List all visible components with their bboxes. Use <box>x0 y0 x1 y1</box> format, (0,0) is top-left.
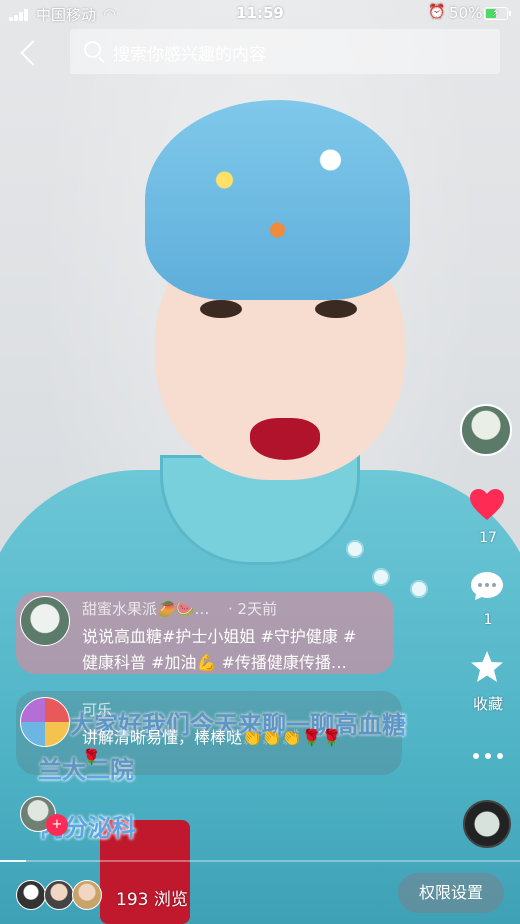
right-eye <box>315 300 357 318</box>
comment-text: 讲解清晰易懂，棒棒哒👏👏👏🌹🌹 <box>82 728 342 747</box>
permission-settings-button[interactable]: 权限设置 <box>398 873 504 913</box>
author-avatar[interactable] <box>460 404 512 456</box>
search-placeholder: 搜索你感兴趣的内容 <box>113 45 266 65</box>
comment-username[interactable]: 甜蜜水果派🥭🍉… <box>82 598 209 619</box>
like-count: 17 <box>479 530 497 546</box>
charging-icon: ⚡ <box>492 6 500 19</box>
battery-icon: ⚡ <box>484 6 511 20</box>
search-icon <box>84 41 101 58</box>
favorite-label: 收藏 <box>472 695 503 713</box>
view-count[interactable]: 193 浏览 <box>116 885 188 910</box>
comment-icon[interactable] <box>470 571 504 601</box>
scrub-cap <box>145 100 410 300</box>
more-icon[interactable] <box>473 752 503 760</box>
mouth <box>250 418 320 460</box>
video-progress-bar[interactable] <box>0 860 520 862</box>
star-icon[interactable] <box>470 650 504 684</box>
avatar[interactable] <box>20 697 70 747</box>
comment-count: 1 <box>483 612 493 628</box>
comment-text: 健康科普 #加油💪 #传播健康传播… <box>82 653 347 672</box>
uniform-button <box>346 540 364 558</box>
alarm-icon: ⏰ <box>428 4 446 20</box>
left-eye <box>200 300 242 318</box>
progress-fill <box>0 860 26 862</box>
comment-text: 🌹 <box>82 748 101 766</box>
heart-icon[interactable] <box>469 488 505 522</box>
viewer-avatar[interactable] <box>44 880 74 910</box>
comment-time: · 2天前 <box>228 600 278 618</box>
search-bar[interactable]: 搜索你感兴趣的内容 <box>70 29 500 74</box>
status-bar: 中国移动 ◠ 11:59 ⏰ 50% ⚡ <box>0 0 520 28</box>
follow-plus-icon[interactable]: + <box>46 814 68 836</box>
music-disc-icon[interactable] <box>463 800 511 848</box>
uniform-button <box>410 580 428 598</box>
comment-username[interactable]: 可乐 <box>82 699 112 720</box>
uniform-button <box>372 568 390 586</box>
avatar[interactable] <box>20 596 70 646</box>
viewer-avatar[interactable] <box>72 880 102 910</box>
comment-text: 说说高血糖#护士小姐姐 #守护健康 # <box>82 627 357 646</box>
back-button[interactable] <box>16 36 46 70</box>
viewer-avatar[interactable] <box>16 880 46 910</box>
battery-percent: 50% <box>449 4 483 22</box>
video-frame[interactable]: 大家好我们今天来聊一聊高血糖 兰大二院 内分泌科 <box>0 0 520 924</box>
